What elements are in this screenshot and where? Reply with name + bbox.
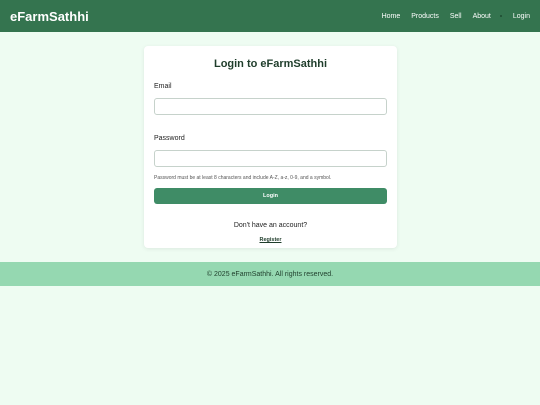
login-button[interactable]: Login <box>154 188 387 204</box>
nav-link-login[interactable]: Login <box>513 13 530 20</box>
nav-link-about[interactable]: About <box>473 13 491 20</box>
login-title: Login to eFarmSathhi <box>213 58 328 70</box>
footer-copyright: © 2025 eFarmSathhi. All rights reserved. <box>206 270 334 278</box>
password-label: Password <box>154 135 185 142</box>
no-account-text: Don't have an account? <box>233 222 308 229</box>
login-card: Login to eFarmSathhi Email Password Pass… <box>144 46 397 248</box>
nav-link-products[interactable]: Products <box>411 13 439 20</box>
register-link[interactable]: Register <box>154 237 387 243</box>
nav-separator-dot <box>499 15 502 17</box>
nav-link-sell[interactable]: Sell <box>450 13 462 20</box>
brand-logo[interactable]: eFarmSathhi <box>10 9 89 24</box>
email-field[interactable] <box>154 98 387 115</box>
nav-links: Home Products Sell About Login <box>371 13 530 20</box>
nav-link-home[interactable]: Home <box>382 13 401 20</box>
navbar: eFarmSathhi Home Products Sell About Log… <box>0 0 540 32</box>
password-field[interactable] <box>154 150 387 167</box>
footer: © 2025 eFarmSathhi. All rights reserved. <box>0 262 540 286</box>
password-hint: Password must be at least 8 characters a… <box>154 175 332 181</box>
email-label: Email <box>154 83 172 90</box>
